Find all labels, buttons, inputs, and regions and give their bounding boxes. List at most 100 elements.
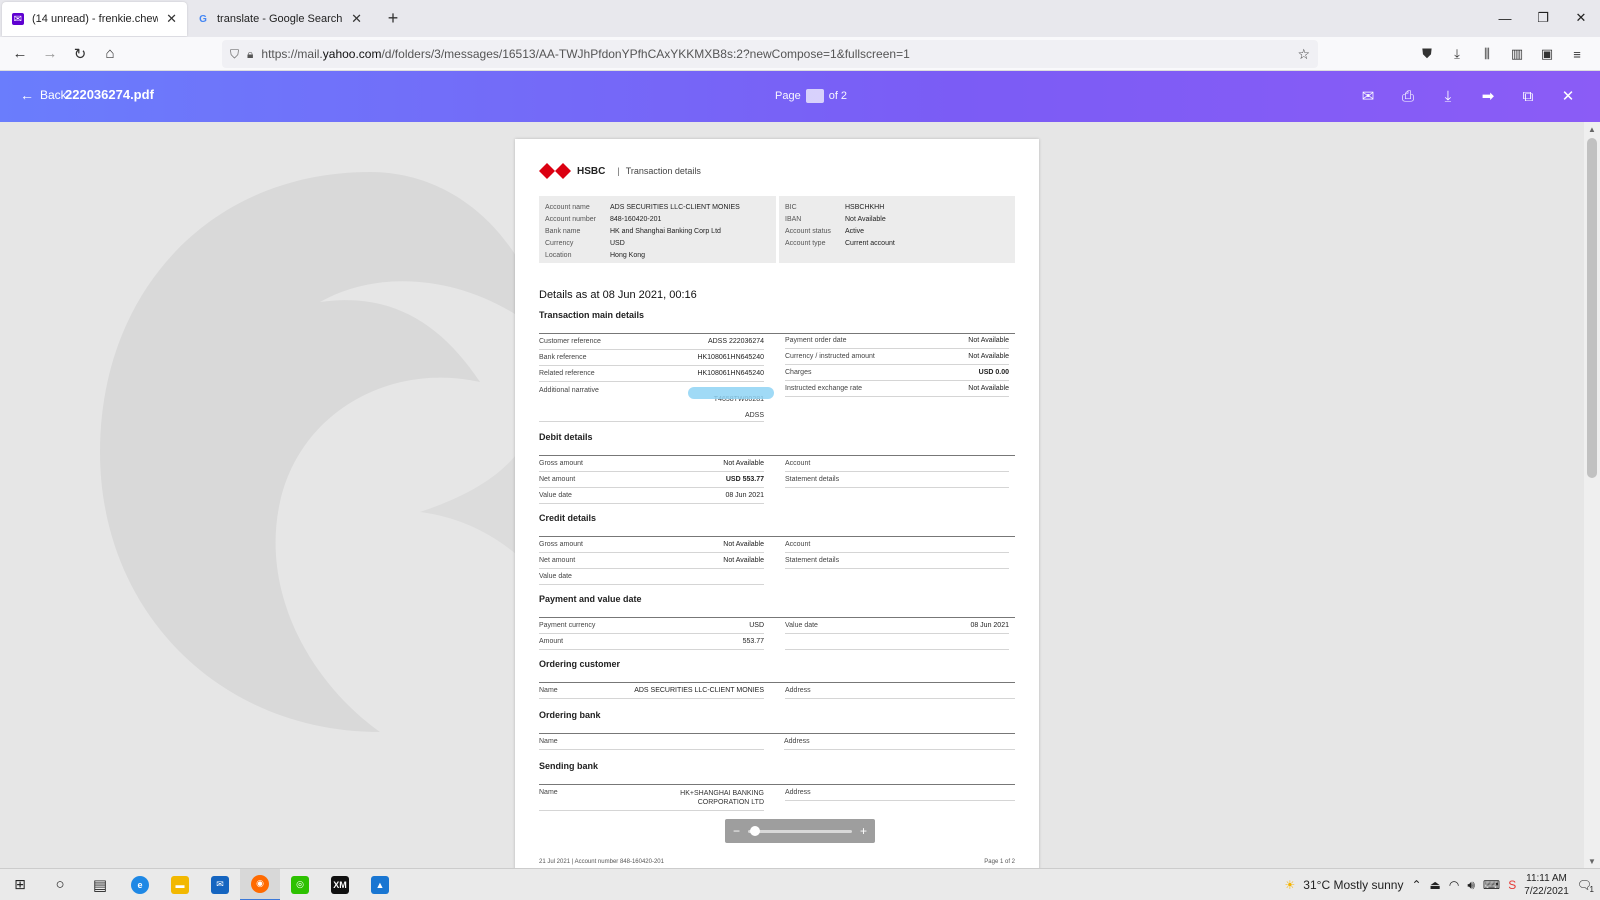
library-icon[interactable]: ⫼ [1472,39,1502,69]
table-row: Bank reference HK108061HN645240 [539,350,764,366]
table-row: Address [785,683,1015,699]
close-icon[interactable]: ✕ [1550,79,1586,113]
zoom-in-button[interactable]: + [860,824,867,838]
mail-icon[interactable]: ✉ [1350,79,1386,113]
weather-sun-icon[interactable]: ☀ [1285,878,1296,892]
section-heading: Debit details [539,432,593,442]
windows-start-icon[interactable]: ⊞ [0,869,40,900]
vertical-scrollbar[interactable]: ▲ ▼ [1584,122,1600,868]
scrollbar-thumb[interactable] [1587,138,1597,478]
address-bar[interactable]: ⛉ 🔒︎ https://mail.yahoo.com/d/folders/3/… [222,40,1318,68]
table-row: Address [784,734,1015,750]
table-row: Amount 553.77 [539,634,764,650]
wechat-icon[interactable]: ◎ [280,869,320,900]
table-row: Account [785,537,1009,553]
downloads-icon[interactable]: ⤓ [1442,39,1472,69]
document-type: Transaction details [625,166,701,176]
lock-icon[interactable]: 🔒︎ [247,47,253,62]
reload-icon[interactable]: ↻ [65,39,95,69]
download-icon[interactable]: ⤓ [1430,79,1466,113]
mail-app-icon[interactable]: ✉ [200,869,240,900]
zoom-slider-handle[interactable] [750,825,761,836]
new-tab-button[interactable]: + [378,0,408,37]
table-row: Instructed exchange rate Not Available [785,381,1009,397]
profile-icon[interactable]: ▣ [1532,39,1562,69]
sending-bank-left: Name HK+SHANGHAI BANKING CORPORATION LTD [539,785,764,811]
pocket-icon[interactable]: ⛊ [1412,39,1442,69]
section-heading: Payment and value date [539,594,642,604]
section-heading: Transaction main details [539,310,645,320]
notifications-icon[interactable]: 🗨︎ 1 [1577,878,1594,894]
google-icon: G [199,13,207,25]
zoom-slider[interactable] [748,825,852,836]
navigation-bar: ← → ↻ ⌂ ⛉ 🔒︎ https://mail.yahoo.com/d/fo… [0,37,1600,71]
table-row: Payment currency USD [539,618,764,634]
ordering-bank-left: Name [539,734,764,750]
document-viewport: HSBC | Transaction details Account name A… [0,122,1600,868]
app-tray-icon[interactable]: S [1508,878,1516,892]
tab-google-search[interactable]: G translate - Google Search ✕ [187,2,372,36]
page-number-input[interactable] [805,89,824,103]
task-view-icon[interactable]: ▤ [80,869,120,900]
keyboard-icon[interactable]: ⌨ [1483,878,1500,892]
viewer-toolbar: ✉ ⎙ ⤓ ➡ ⧉ ✕ [1350,79,1586,113]
main-details-left: Customer reference ADSS 222036274 Bank re… [539,334,764,422]
url-text: https://mail.yahoo.com/d/folders/3/messa… [261,47,910,61]
home-icon[interactable]: ⌂ [95,39,125,69]
sending-bank-right: Address [785,785,1015,801]
table-row: Customer reference ADSS 222036274 [539,334,764,350]
minimize-icon[interactable]: — [1486,0,1524,36]
account-summary-left: Account name ADS SECURITIES LLC-CLIENT MO… [539,196,776,263]
table-row: Currency / instructed amount Not Availabl… [785,349,1009,365]
print-icon[interactable]: ⎙ [1390,79,1426,113]
main-details-right: Payment order date Not Available Currency… [785,333,1009,397]
payment-details-left: Payment currency USD Amount 553.77 [539,618,764,650]
open-external-icon[interactable]: ⧉ [1510,79,1546,113]
back-label: Back [40,88,67,102]
close-window-icon[interactable]: ✕ [1562,0,1600,36]
forward-icon[interactable]: ➡ [1470,79,1506,113]
payment-details-right: Value date 08 Jun 2021 [785,618,1009,650]
zoom-out-button[interactable]: − [733,824,740,838]
account-summary: Account name ADS SECURITIES LLC-CLIENT MO… [539,196,1015,263]
sidebar-icon[interactable]: ▥ [1502,39,1532,69]
section-heading: Credit details [539,513,597,523]
table-row: Address [785,785,1015,801]
section-heading: Sending bank [539,761,599,771]
clock[interactable]: 11:11 AM 7/22/2021 [1524,872,1569,898]
file-explorer-icon[interactable]: ▬ [160,869,200,900]
close-tab-icon[interactable]: ✕ [351,11,362,27]
zoom-control: − + [725,819,875,843]
weather-text[interactable]: 31°C Mostly sunny [1303,878,1403,892]
xm-app-icon[interactable]: XM [320,869,360,900]
back-arrow-icon[interactable]: ← [5,39,35,69]
table-row: Value date 08 Jun 2021 [539,488,764,504]
back-button[interactable]: ← Back [20,87,67,103]
firefox-icon[interactable]: ◉ [240,868,280,900]
forward-arrow-icon[interactable]: → [35,39,65,69]
table-row: Account [785,456,1009,472]
menu-icon[interactable]: ≡ [1562,39,1592,69]
shield-icon[interactable]: ⛉ [230,47,239,62]
photos-app-icon[interactable]: ▲ [360,869,400,900]
document-header: HSBC | Transaction details [539,163,701,179]
wifi-icon[interactable]: ◠ [1449,878,1459,892]
hsbc-hexagon-logo-icon [539,163,571,179]
close-tab-icon[interactable]: ✕ [166,11,177,27]
bookmark-star-icon[interactable]: ☆ [1297,46,1310,63]
scroll-down-icon[interactable]: ▼ [1584,854,1600,868]
restore-icon[interactable]: ❐ [1524,0,1562,36]
chevron-up-icon[interactable]: ⌃ [1411,878,1421,892]
edge-browser-icon[interactable]: e [120,869,160,900]
ordering-bank-right: Address [784,734,1015,750]
table-row: Name [539,734,764,750]
volume-icon[interactable]: 🔊︎ [1467,878,1475,893]
search-icon[interactable]: ○ [40,869,80,900]
usb-icon[interactable]: ⏏ [1430,878,1441,892]
scroll-up-icon[interactable]: ▲ [1584,122,1600,136]
tab-yahoo-mail[interactable]: ✉ (14 unread) - frenkie.chew@yahoo ✕ [2,2,187,36]
system-tray: ☀ 31°C Mostly sunny ⌃ ⏏ ◠ 🔊︎ ⌨ S 11:11 A… [1285,869,1600,900]
tab-title: translate - Google Search [217,13,343,25]
table-row: Gross amount Not Available [539,456,764,472]
account-summary-right: BIC HSBCHKHH IBAN Not Available Account st… [779,196,1015,263]
